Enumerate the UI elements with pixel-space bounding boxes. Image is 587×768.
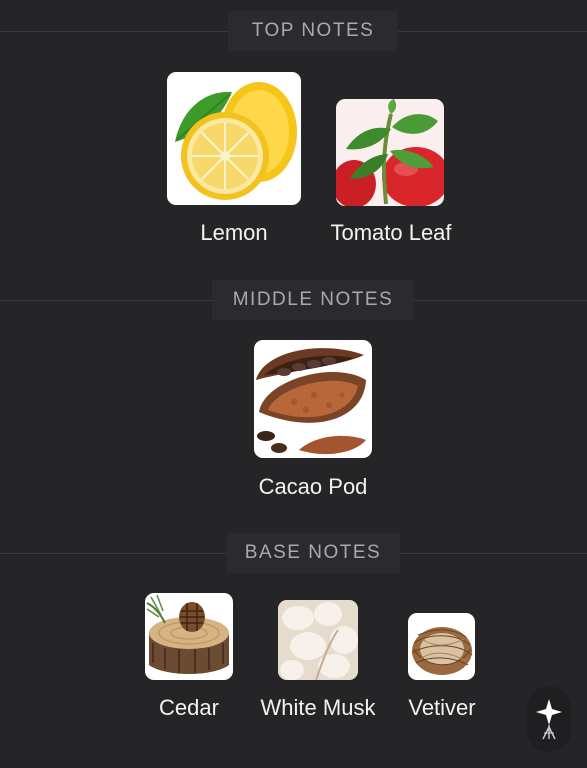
cedar-image-icon <box>145 593 233 680</box>
section-header-middle-notes: MIDDLE NOTES <box>0 280 587 320</box>
section-header-top-notes: TOP NOTES <box>0 11 587 51</box>
section-title: TOP NOTES <box>228 11 398 51</box>
note-label: Vetiver <box>408 695 476 720</box>
section-title: MIDDLE NOTES <box>212 280 414 320</box>
note-vetiver[interactable]: Vetiver <box>398 593 486 723</box>
note-label: White Musk <box>260 695 376 720</box>
note-cedar[interactable]: Cedar <box>140 593 238 723</box>
section-header-base-notes: BASE NOTES <box>0 533 587 573</box>
white-musk-image-icon <box>278 600 358 680</box>
note-label: Lemon <box>200 220 268 245</box>
note-white-musk[interactable]: White Musk <box>248 593 388 723</box>
note-lemon[interactable]: Lemon <box>157 72 311 252</box>
section-title: BASE NOTES <box>226 533 400 573</box>
note-label: Tomato Leaf <box>330 220 452 245</box>
note-label: Cedar <box>159 695 219 720</box>
note-label: Cacao Pod <box>258 474 368 499</box>
tomato-leaf-image-icon <box>336 99 444 206</box>
vetiver-image-icon <box>408 613 475 680</box>
lemon-image-icon <box>167 72 301 205</box>
cacao-pod-image-icon <box>254 340 372 458</box>
note-cacao-pod[interactable]: Cacao Pod <box>243 340 383 510</box>
note-tomato-leaf[interactable]: Tomato Leaf <box>318 72 464 252</box>
app-badge-icon[interactable] <box>527 686 571 752</box>
